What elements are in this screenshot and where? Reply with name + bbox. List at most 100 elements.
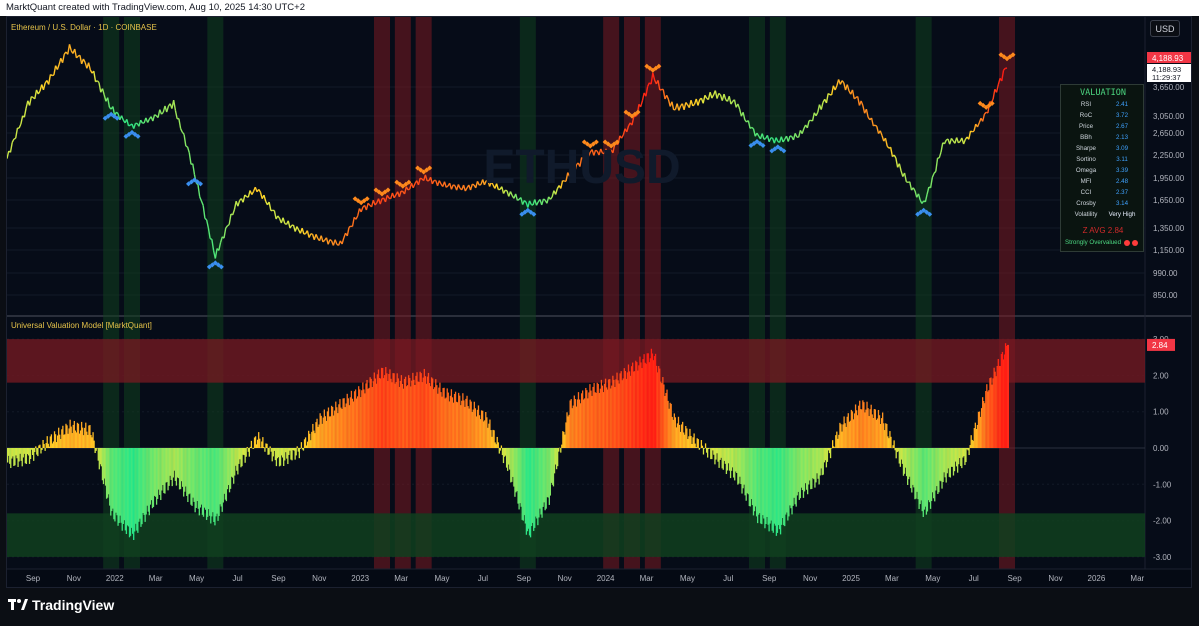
tradingview-logo-icon	[8, 597, 28, 613]
status-dot-icon	[1132, 240, 1138, 246]
valuation-row: MFI 2.48	[1061, 178, 1145, 189]
indicator-bar	[558, 448, 560, 452]
valuation-row: Sharpe 3.09	[1061, 145, 1145, 156]
metric-name: Price	[1078, 123, 1094, 130]
brand-name: TradingView	[32, 597, 115, 613]
metric-value: 2.67	[1115, 123, 1129, 130]
metric-name: Crosby	[1076, 200, 1096, 207]
metric-name: Sharpe	[1076, 145, 1096, 152]
price-line-segment	[659, 88, 662, 91]
time-axis-label: Nov	[1048, 574, 1062, 583]
valuation-row: Omega 3.39	[1061, 167, 1145, 178]
metric-name: RoC	[1079, 112, 1093, 119]
signal-zone	[374, 17, 390, 569]
indicator-bar	[269, 446, 271, 448]
indicator-bar	[302, 448, 305, 451]
metric-name: CCI	[1080, 189, 1092, 196]
price-axis-label: 1,150.00	[1153, 246, 1185, 255]
chart-canvas[interactable]: ETHUSD 3,650.00 3,050.00 2,650.00 2,250.00 1,…	[7, 17, 1192, 588]
valuation-row: RoC 3.72	[1061, 112, 1145, 123]
time-axis-label: 2022	[106, 574, 124, 583]
signal-zone	[644, 17, 661, 569]
price-line-segment	[472, 183, 475, 186]
time-axis-label: Jul	[969, 574, 979, 583]
price-line-segment	[31, 96, 34, 99]
symbol-watermark: ETHUSD	[483, 141, 680, 194]
price-line-segment	[128, 124, 131, 127]
indicator-bar	[560, 448, 562, 453]
price-axis-label: 850.00	[1153, 291, 1178, 300]
time-axis-label: May	[925, 574, 940, 583]
price-line-segment	[329, 239, 333, 242]
price-axis-label: 990.00	[1153, 269, 1178, 278]
indicator-bar	[246, 446, 248, 448]
metric-value: Very High	[1108, 211, 1136, 218]
metric-value: 3.09	[1115, 145, 1129, 152]
indicator-bar	[299, 448, 302, 449]
indicator-bar	[259, 438, 261, 448]
indicator-bar	[35, 446, 37, 448]
valuation-row: Volatility Very High	[1061, 211, 1145, 222]
price-line-segment	[419, 177, 423, 180]
price-line-segment	[478, 183, 482, 186]
last-price-value: 4,188.93	[1152, 54, 1184, 63]
indicator-bar	[44, 448, 46, 451]
indicator-bar	[965, 448, 967, 463]
indicator-bar	[701, 445, 704, 448]
metric-name: Volatility	[1074, 211, 1098, 218]
indicator-bar	[95, 448, 97, 451]
price-line-segment	[763, 137, 766, 140]
price-line-segment	[971, 130, 975, 133]
price-axis-label: 1,350.00	[1153, 224, 1185, 233]
indicator-bar	[266, 443, 268, 448]
indicator-bar	[890, 436, 892, 448]
valuation-row: CCI 2.37	[1061, 189, 1145, 200]
valuation-table: VALUATION RSI 2.41 RoC 3.72 Price 2.67 BBh 2…	[1060, 84, 1144, 252]
chart-symbol-title[interactable]: Ethereum / U.S. Dollar · 1D · COINBASE	[11, 23, 157, 32]
time-axis-label: Mar	[1130, 574, 1144, 583]
indicator-bar	[697, 439, 699, 448]
status-dot-icon	[1124, 240, 1130, 246]
time-axis-label: Mar	[394, 574, 408, 583]
signal-zone	[999, 17, 1015, 569]
indicator-axis-label: 2.00	[1153, 371, 1169, 380]
metric-value: 2.13	[1115, 134, 1129, 141]
indicator-bar	[1007, 344, 1009, 448]
indicator-title[interactable]: Universal Valuation Model [MarktQuant]	[11, 321, 152, 330]
tradingview-logo[interactable]: TradingView	[8, 597, 114, 613]
currency-button[interactable]: USD	[1150, 20, 1180, 37]
indicator-bar	[39, 444, 41, 448]
time-axis-label: 2024	[597, 574, 615, 583]
signal-zone	[603, 17, 620, 569]
time-axis-label: Mar	[885, 574, 899, 583]
time-axis-label: May	[680, 574, 695, 583]
valuation-row: BBh 2.13	[1061, 134, 1145, 145]
time-axis-label: 2023	[351, 574, 369, 583]
indicator-bar	[250, 440, 253, 448]
time-axis-label: May	[189, 574, 204, 583]
valuation-row: RSI 2.41	[1061, 101, 1145, 112]
time-axis-label: Jul	[478, 574, 488, 583]
indicator-axis-label: -2.00	[1153, 517, 1172, 526]
chart-area[interactable]: ETHUSD 3,650.00 3,050.00 2,650.00 2,250.00 1,…	[6, 16, 1192, 588]
indicator-bar	[707, 448, 709, 458]
metric-name: RSI	[1080, 101, 1092, 108]
price-axis-label: 1,950.00	[1153, 174, 1185, 183]
price-axis-label: 2,650.00	[1153, 129, 1185, 138]
indicator-bar	[702, 448, 705, 455]
time-axis-label: 2026	[1088, 574, 1106, 583]
valuation-status: Strongly Overvalued	[1065, 239, 1122, 246]
valuation-row: Crosby 3.14	[1061, 200, 1145, 211]
indicator-bar	[34, 448, 36, 453]
price-line-segment	[906, 181, 909, 184]
indicator-bar	[300, 442, 303, 448]
time-axis-label: Nov	[803, 574, 817, 583]
metric-value: 2.48	[1115, 178, 1129, 185]
time-axis-label: Nov	[558, 574, 572, 583]
indicator-bar	[295, 448, 297, 456]
price-line-segment	[827, 92, 831, 96]
indicator-axis-label: -3.00	[1153, 553, 1172, 562]
indicator-axis-label: 0.00	[1153, 444, 1169, 453]
metric-name: Omega	[1075, 167, 1097, 174]
price-line-segment	[348, 225, 352, 228]
